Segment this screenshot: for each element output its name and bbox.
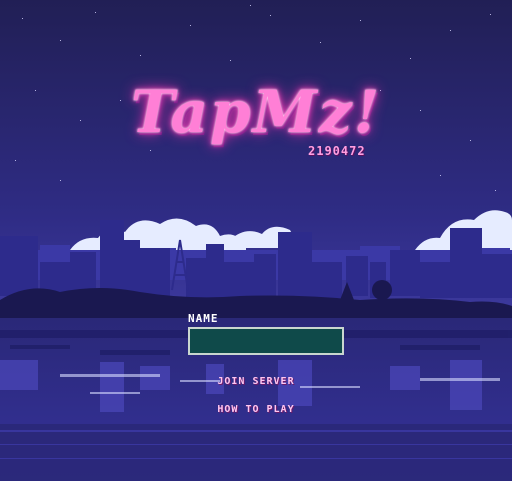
game-logo: TapMz!	[130, 78, 382, 146]
join-server-button[interactable]: JOIN SERVER	[0, 375, 512, 388]
how-to-play-button[interactable]: HOW TO PLAY	[0, 403, 512, 416]
name-label: NAME	[188, 312, 219, 325]
name-input[interactable]	[188, 327, 344, 355]
version-number: 2190472	[308, 144, 366, 158]
